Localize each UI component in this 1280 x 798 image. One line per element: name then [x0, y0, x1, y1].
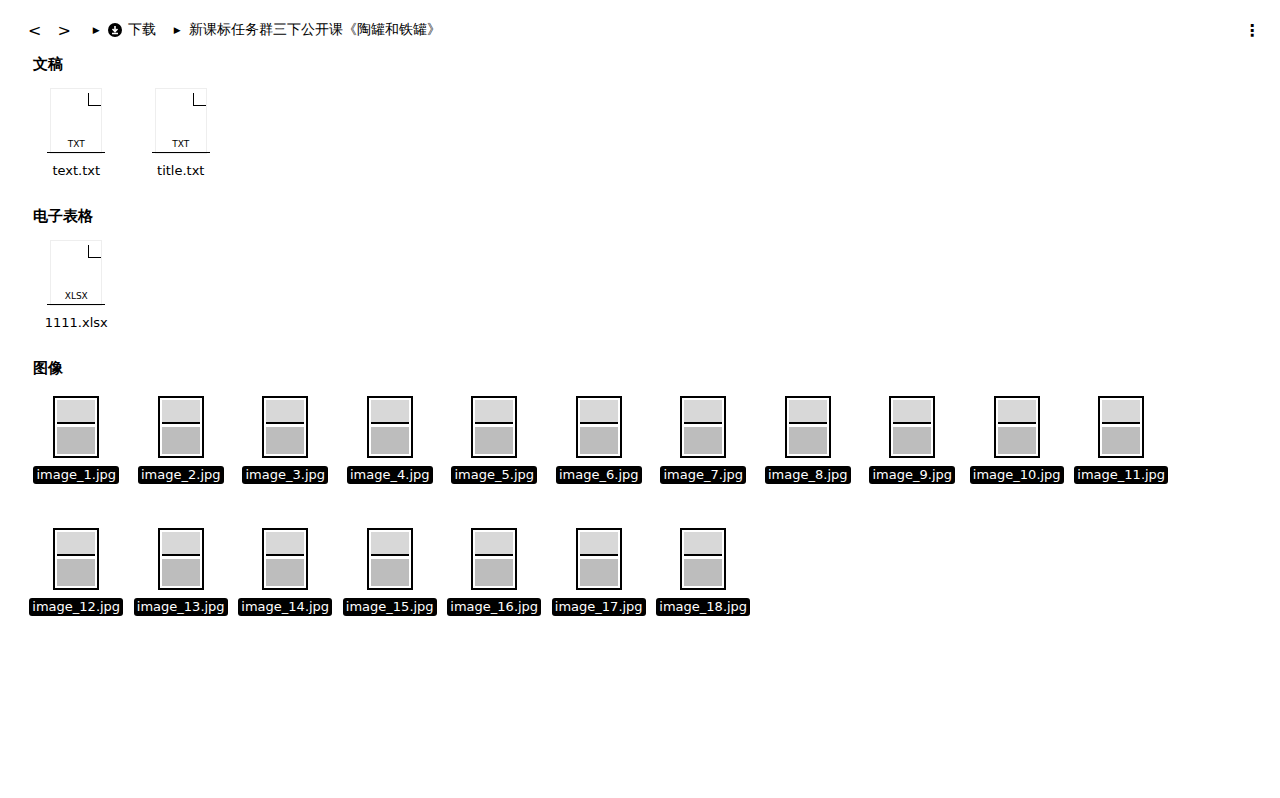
- file-item[interactable]: image_13.jpg: [129, 524, 234, 616]
- file-type-badge: TXT: [47, 139, 105, 153]
- file-name: image_16.jpg: [447, 598, 541, 616]
- file-type-badge: TXT: [152, 139, 210, 153]
- file-name: image_6.jpg: [556, 466, 642, 484]
- image-thumbnail: [680, 528, 726, 590]
- file-name: image_14.jpg: [238, 598, 332, 616]
- file-item[interactable]: image_12.jpg: [24, 524, 129, 616]
- file-item[interactable]: image_4.jpg: [338, 392, 443, 484]
- file-item[interactable]: image_15.jpg: [338, 524, 443, 616]
- file-item[interactable]: image_5.jpg: [442, 392, 547, 484]
- document-icon: TXT: [50, 88, 102, 154]
- image-thumbnail: [158, 396, 204, 458]
- file-item[interactable]: image_7.jpg: [651, 392, 756, 484]
- file-item[interactable]: image_10.jpg: [965, 392, 1070, 484]
- document-icon: XLSX: [50, 240, 102, 306]
- file-item[interactable]: TXT text.txt: [24, 88, 129, 180]
- file-item[interactable]: image_1.jpg: [24, 392, 129, 484]
- file-name: image_5.jpg: [451, 466, 537, 484]
- file-item[interactable]: XLSX 1111.xlsx: [24, 240, 129, 332]
- file-item[interactable]: image_18.jpg: [651, 524, 756, 616]
- file-name: image_10.jpg: [970, 466, 1064, 484]
- file-item[interactable]: image_14.jpg: [233, 524, 338, 616]
- file-item[interactable]: image_16.jpg: [442, 524, 547, 616]
- forward-button[interactable]: >: [53, 21, 74, 40]
- more-button[interactable]: ⋮: [1240, 21, 1264, 40]
- file-name: title.txt: [154, 162, 207, 180]
- image-thumbnail: [53, 396, 99, 458]
- file-name: image_13.jpg: [134, 598, 228, 616]
- image-thumbnail: [1098, 396, 1144, 458]
- image-thumbnail: [158, 528, 204, 590]
- image-thumbnail: [262, 528, 308, 590]
- file-name: image_2.jpg: [138, 466, 224, 484]
- file-name: image_18.jpg: [656, 598, 750, 616]
- file-section: 文稿 TXT text.txt TXT title.txt: [24, 52, 1264, 180]
- file-name: image_17.jpg: [552, 598, 646, 616]
- breadcrumb-arrow: ▶: [93, 25, 100, 35]
- file-name: text.txt: [49, 162, 103, 180]
- image-thumbnail: [367, 528, 413, 590]
- image-thumbnail: [680, 396, 726, 458]
- file-name: image_9.jpg: [869, 466, 955, 484]
- section-title: 文稿: [33, 52, 1264, 76]
- section-title: 电子表格: [33, 204, 1264, 228]
- image-thumbnail: [576, 396, 622, 458]
- file-browser: < > ▶ 下载 ▶ 新课标任务群三下公开课《陶罐和铁罐》 ⋮ 文稿 TXT te…: [0, 0, 1280, 798]
- image-thumbnail: [471, 396, 517, 458]
- file-item[interactable]: image_8.jpg: [756, 392, 861, 484]
- image-thumbnail: [576, 528, 622, 590]
- file-item[interactable]: image_6.jpg: [547, 392, 652, 484]
- file-name: image_7.jpg: [660, 466, 746, 484]
- file-item[interactable]: image_11.jpg: [1069, 392, 1174, 484]
- image-thumbnail: [53, 528, 99, 590]
- file-name: image_1.jpg: [33, 466, 119, 484]
- file-name: image_3.jpg: [242, 466, 328, 484]
- breadcrumb-item[interactable]: 下载: [108, 21, 156, 39]
- toolbar: < > ▶ 下载 ▶ 新课标任务群三下公开课《陶罐和铁罐》 ⋮: [24, 0, 1264, 48]
- section-title: 图像: [33, 356, 1264, 380]
- file-name: image_12.jpg: [29, 598, 123, 616]
- file-item[interactable]: TXT title.txt: [129, 88, 234, 180]
- file-name: 1111.xlsx: [42, 314, 111, 332]
- file-name: image_11.jpg: [1074, 466, 1168, 484]
- file-section: 电子表格 XLSX 1111.xlsx: [24, 204, 1264, 332]
- file-item[interactable]: image_2.jpg: [129, 392, 234, 484]
- back-button[interactable]: <: [24, 21, 45, 40]
- file-name: image_4.jpg: [347, 466, 433, 484]
- image-thumbnail: [994, 396, 1040, 458]
- file-item[interactable]: image_17.jpg: [547, 524, 652, 616]
- file-name: image_15.jpg: [343, 598, 437, 616]
- image-thumbnail: [785, 396, 831, 458]
- image-thumbnail: [471, 528, 517, 590]
- download-icon: [108, 23, 122, 37]
- image-thumbnail: [262, 396, 308, 458]
- document-icon: TXT: [155, 88, 207, 154]
- file-section: 图像 image_1.jpg image_2.jpg image_3.jpg i…: [24, 356, 1264, 616]
- file-type-badge: XLSX: [47, 291, 105, 305]
- breadcrumb-arrow: ▶: [174, 25, 181, 35]
- file-item[interactable]: image_9.jpg: [860, 392, 965, 484]
- breadcrumb-item[interactable]: 新课标任务群三下公开课《陶罐和铁罐》: [189, 21, 441, 39]
- file-name: image_8.jpg: [765, 466, 851, 484]
- file-item[interactable]: image_3.jpg: [233, 392, 338, 484]
- image-thumbnail: [367, 396, 413, 458]
- image-thumbnail: [889, 396, 935, 458]
